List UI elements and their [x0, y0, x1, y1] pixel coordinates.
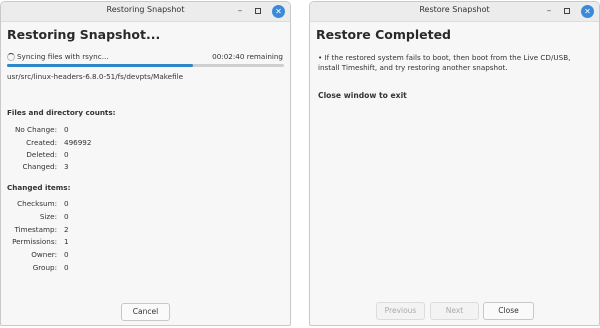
counts-heading: Files and directory counts: [7, 108, 116, 117]
window-title: Restore Snapshot [419, 5, 490, 14]
changed-label: Size: [39, 212, 57, 221]
maximize-button[interactable] [252, 5, 264, 17]
count-row: Created: [1, 138, 57, 148]
changed-row: Owner: [1, 250, 57, 260]
changed-row: Size: [1, 212, 57, 222]
changed-value: 0 [64, 199, 69, 208]
count-value: 3 [64, 162, 69, 171]
count-label: Changed: [22, 162, 57, 171]
maximize-icon [255, 8, 261, 14]
previous-button[interactable]: Previous [376, 302, 425, 320]
changed-value: 0 [64, 212, 69, 221]
time-remaining: 00:02:40 remaining [212, 52, 283, 61]
count-value: 0 [64, 125, 69, 134]
title-bar: Restoring Snapshot – ✕ [1, 2, 290, 22]
changed-value: 2 [64, 225, 69, 234]
page-title: Restore Completed [316, 27, 451, 42]
page-title: Restoring Snapshot... [7, 27, 161, 42]
changed-row: Checksum: [1, 199, 57, 209]
changed-row: Group: [1, 263, 57, 273]
minimize-button[interactable]: – [234, 5, 246, 17]
close-window-button[interactable]: ✕ [581, 5, 594, 18]
changed-label: Checksum: [17, 199, 57, 208]
changed-row: Timestamp: [1, 225, 57, 235]
maximize-button[interactable] [561, 5, 573, 17]
close-window-button[interactable]: ✕ [272, 5, 285, 18]
restore-completed-window: Restore Snapshot – ✕ Restore Completed •… [309, 1, 600, 326]
next-button[interactable]: Next [430, 302, 479, 320]
count-label: Deleted: [26, 150, 57, 159]
restoring-snapshot-window: Restoring Snapshot – ✕ Restoring Snapsho… [0, 1, 291, 326]
progress-bar [7, 64, 284, 67]
changed-label: Permissions: [12, 237, 57, 246]
changed-label: Timestamp: [14, 225, 57, 234]
count-row: Deleted: [1, 150, 57, 160]
changed-label: Owner: [31, 250, 57, 259]
changed-label: Group: [32, 263, 57, 272]
title-bar: Restore Snapshot – ✕ [310, 2, 599, 22]
spinner-icon [7, 53, 15, 61]
changed-value: 0 [64, 263, 69, 272]
progress-fill [7, 64, 193, 67]
close-hint: Close window to exit [318, 91, 407, 100]
count-row: No Change: [1, 125, 57, 135]
window-title: Restoring Snapshot [106, 5, 185, 14]
cancel-button[interactable]: Cancel [121, 303, 170, 321]
count-value: 496992 [64, 138, 92, 147]
minimize-button[interactable]: – [543, 5, 555, 17]
close-button[interactable]: Close [483, 302, 534, 320]
maximize-icon [564, 8, 570, 14]
changed-heading: Changed items: [7, 183, 71, 192]
count-label: Created: [26, 138, 57, 147]
count-label: No Change: [15, 125, 57, 134]
current-file: usr/src/linux-headers-6.8.0-51/fs/devpts… [7, 72, 184, 81]
restore-message: • If the restored system fails to boot, … [318, 53, 571, 72]
changed-value: 1 [64, 237, 69, 246]
status-text: Syncing files with rsync... [17, 52, 109, 61]
count-value: 0 [64, 150, 69, 159]
count-row: Changed: [1, 162, 57, 172]
changed-value: 0 [64, 250, 69, 259]
changed-row: Permissions: [1, 237, 57, 247]
